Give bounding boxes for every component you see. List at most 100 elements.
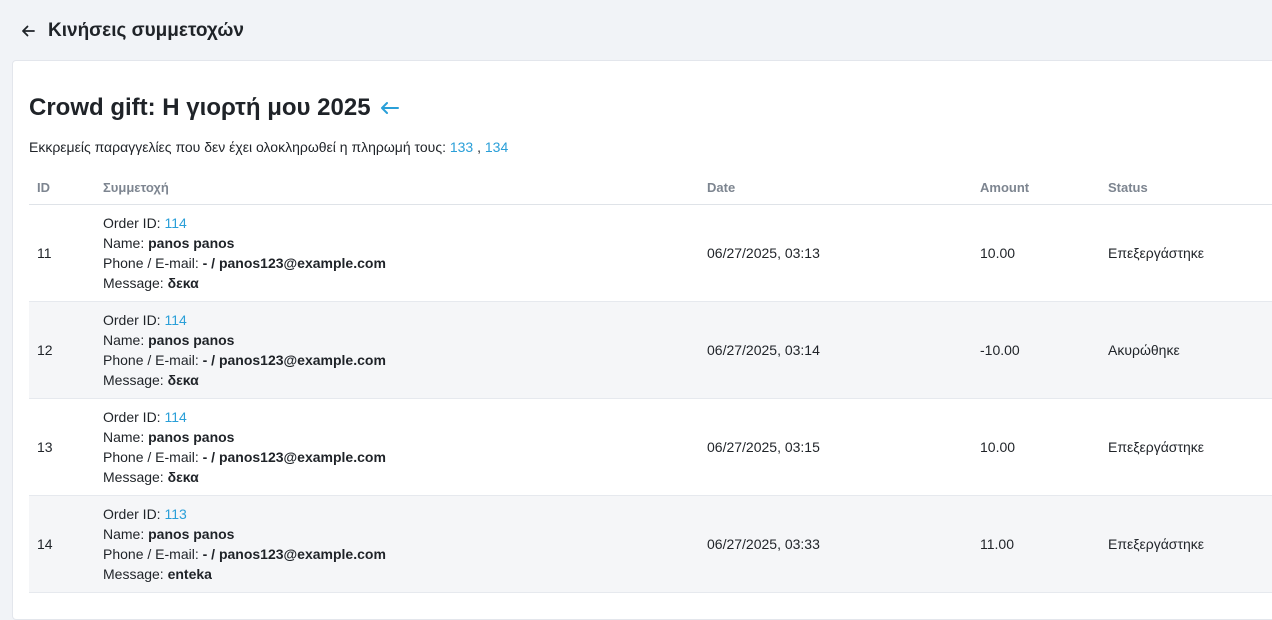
table-row: 14 Order ID: 113 Name: panos panos Phone…: [29, 495, 1272, 593]
table-row: 12 Order ID: 114 Name: panos panos Phone…: [29, 301, 1272, 399]
row-amount: 10.00: [980, 244, 1016, 261]
table-row: 11 Order ID: 114 Name: panos panos Phone…: [29, 204, 1272, 302]
row-id: 11: [37, 244, 52, 261]
content-card: Crowd gift: Η γιορτή μου 2025 Εκκρεμείς …: [12, 60, 1272, 620]
cell-status: Επεξεργάστηκε: [1100, 204, 1272, 302]
message-line: Message: δεκα: [103, 370, 691, 390]
message-line: Message: enteka: [103, 564, 691, 584]
cell-participation: Order ID: 113 Name: panos panos Phone / …: [95, 495, 699, 593]
order-id-link[interactable]: 114: [164, 312, 186, 328]
table-header-row: ID Συμμετοχή Date Amount Status: [29, 171, 1272, 205]
pending-orders-text: Εκκρεμείς παραγγελίες που δεν έχει ολοκλ…: [29, 139, 446, 155]
row-date: 06/27/2025, 03:13: [707, 244, 820, 261]
participant-message: enteka: [167, 565, 212, 582]
page-title: Κινήσεις συμμετοχών: [48, 20, 244, 41]
cell-id: 12: [29, 301, 95, 399]
participant-contact: - / panos123@example.com: [202, 351, 386, 368]
contact-label: Phone / E-mail:: [103, 254, 199, 271]
cell-status: Επεξεργάστηκε: [1100, 495, 1272, 593]
participant-message: δεκα: [167, 468, 199, 485]
pending-order-link[interactable]: 134: [485, 139, 508, 155]
participant-message: δεκα: [167, 274, 199, 291]
order-id-link[interactable]: 114: [164, 215, 186, 231]
participant-name: panos panos: [148, 525, 235, 542]
order-id-line: Order ID: 114: [103, 213, 691, 233]
cell-participation: Order ID: 114 Name: panos panos Phone / …: [95, 301, 699, 399]
row-date: 06/27/2025, 03:15: [707, 438, 820, 455]
campaign-heading: Crowd gift: Η γιορτή μου 2025: [29, 94, 399, 122]
pending-orders-notice: Εκκρεμείς παραγγελίες που δεν έχει ολοκλ…: [29, 139, 508, 155]
order-id-link[interactable]: 114: [164, 409, 186, 425]
row-id: 13: [37, 438, 53, 455]
cell-participation: Order ID: 114 Name: panos panos Phone / …: [95, 204, 699, 302]
message-label: Message:: [103, 565, 164, 582]
back-button[interactable]: [18, 21, 38, 41]
order-id-line: Order ID: 114: [103, 407, 691, 427]
column-header-participation[interactable]: Συμμετοχή: [95, 171, 699, 205]
cell-amount: -10.00: [972, 301, 1100, 399]
contact-line: Phone / E-mail: - / panos123@example.com: [103, 544, 691, 564]
message-label: Message:: [103, 274, 164, 291]
row-status: Επεξεργάστηκε: [1108, 535, 1205, 552]
row-amount: 10.00: [980, 438, 1016, 455]
cell-date: 06/27/2025, 03:33: [699, 495, 972, 593]
contact-line: Phone / E-mail: - / panos123@example.com: [103, 447, 691, 467]
column-header-amount[interactable]: Amount: [972, 171, 1100, 205]
contact-label: Phone / E-mail:: [103, 545, 199, 562]
participant-name: panos panos: [148, 234, 235, 251]
participant-name: panos panos: [148, 428, 235, 445]
message-line: Message: δεκα: [103, 273, 691, 293]
row-date: 06/27/2025, 03:33: [707, 535, 820, 552]
campaign-title: Crowd gift: Η γιορτή μου 2025: [29, 94, 371, 121]
cell-status: Ακυρώθηκε: [1100, 301, 1272, 399]
column-header-id[interactable]: ID: [29, 171, 95, 205]
message-line: Message: δεκα: [103, 467, 691, 487]
pending-separator: ,: [477, 139, 481, 155]
column-header-date[interactable]: Date: [699, 171, 972, 205]
arrow-left-icon: [22, 25, 35, 37]
message-label: Message:: [103, 468, 164, 485]
arrow-left-icon: [380, 102, 399, 114]
row-id: 12: [37, 341, 53, 358]
name-line: Name: panos panos: [103, 330, 691, 350]
row-date: 06/27/2025, 03:14: [707, 341, 820, 358]
transactions-table: ID Συμμετοχή Date Amount Status 11 Order…: [29, 171, 1272, 593]
pending-order-link[interactable]: 133: [450, 139, 473, 155]
order-id-line: Order ID: 114: [103, 310, 691, 330]
row-amount: -10.00: [980, 341, 1020, 358]
order-id-link[interactable]: 113: [164, 506, 186, 522]
message-label: Message:: [103, 371, 164, 388]
participant-message: δεκα: [167, 371, 199, 388]
cell-status: Επεξεργάστηκε: [1100, 398, 1272, 496]
cell-amount: 10.00: [972, 398, 1100, 496]
row-id: 14: [37, 535, 53, 552]
row-status: Επεξεργάστηκε: [1108, 438, 1205, 455]
name-label: Name:: [103, 331, 145, 348]
row-amount: 11.00: [980, 535, 1014, 552]
name-label: Name:: [103, 234, 145, 251]
contact-line: Phone / E-mail: - / panos123@example.com: [103, 253, 691, 273]
name-label: Name:: [103, 428, 145, 445]
participant-contact: - / panos123@example.com: [202, 448, 386, 465]
row-status: Επεξεργάστηκε: [1108, 244, 1205, 261]
name-line: Name: panos panos: [103, 524, 691, 544]
participant-contact: - / panos123@example.com: [202, 254, 386, 271]
campaign-link[interactable]: [379, 101, 399, 115]
cell-id: 13: [29, 398, 95, 496]
cell-participation: Order ID: 114 Name: panos panos Phone / …: [95, 398, 699, 496]
cell-date: 06/27/2025, 03:15: [699, 398, 972, 496]
top-bar: Κινήσεις συμμετοχών: [0, 0, 1272, 62]
participant-contact: - / panos123@example.com: [202, 545, 386, 562]
column-header-status[interactable]: Status: [1100, 171, 1272, 205]
contact-line: Phone / E-mail: - / panos123@example.com: [103, 350, 691, 370]
name-line: Name: panos panos: [103, 427, 691, 447]
name-label: Name:: [103, 525, 145, 542]
cell-date: 06/27/2025, 03:14: [699, 301, 972, 399]
contact-label: Phone / E-mail:: [103, 448, 199, 465]
contact-label: Phone / E-mail:: [103, 351, 199, 368]
row-status: Ακυρώθηκε: [1108, 341, 1180, 358]
table-row: 13 Order ID: 114 Name: panos panos Phone…: [29, 398, 1272, 496]
cell-amount: 11.00: [972, 495, 1100, 593]
order-id-label: Order ID:: [103, 214, 161, 231]
order-id-label: Order ID:: [103, 408, 161, 425]
